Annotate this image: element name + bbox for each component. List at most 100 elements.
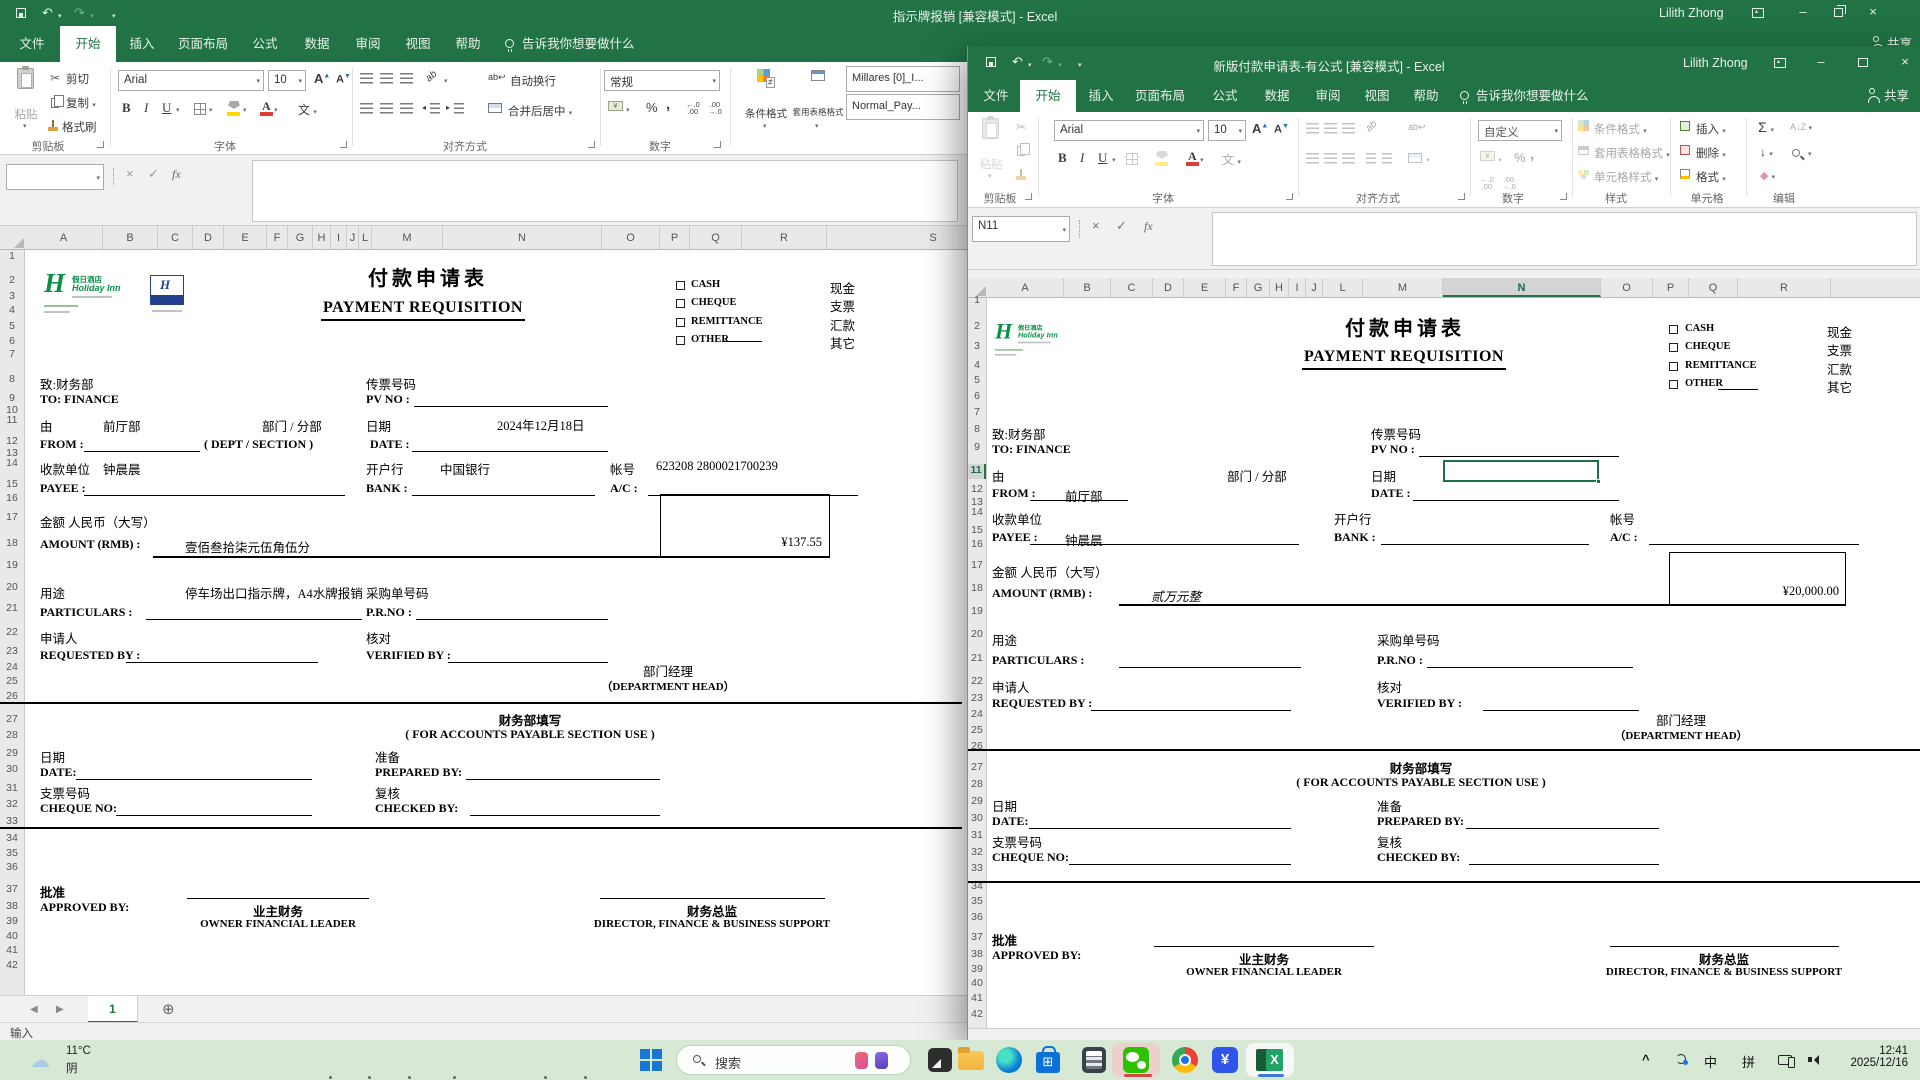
- column-header-A[interactable]: A: [987, 278, 1064, 297]
- orientation-icon[interactable]: ab: [424, 69, 440, 85]
- tab-view[interactable]: 视图: [396, 26, 440, 62]
- column-header-P[interactable]: P: [1653, 278, 1689, 297]
- increase-decimal-icon[interactable]: ←.0.00: [1480, 176, 1494, 191]
- row-header-41[interactable]: 41: [0, 944, 24, 959]
- tell-me-box[interactable]: 告诉我你想要做什么: [522, 26, 652, 62]
- comma-style-icon[interactable]: ,: [1530, 146, 1534, 163]
- align-left-icon[interactable]: [360, 103, 373, 114]
- bw-checkbox-0[interactable]: [676, 281, 685, 290]
- underline-button[interactable]: U: [162, 100, 171, 116]
- name-box[interactable]: ▾: [6, 164, 104, 190]
- chrome-icon[interactable]: [1172, 1047, 1198, 1073]
- align-center-icon[interactable]: [380, 103, 393, 114]
- file-explorer-icon[interactable]: [958, 1047, 984, 1070]
- tab-insert[interactable]: 插入: [120, 26, 164, 62]
- row-header-16[interactable]: 16: [968, 538, 986, 553]
- sync-tray-icon[interactable]: [1676, 1054, 1688, 1065]
- redo-dropdown-icon[interactable]: ▾: [90, 10, 94, 23]
- column-header-H[interactable]: H: [313, 226, 331, 249]
- align-center-icon[interactable]: [1324, 153, 1337, 164]
- number-format-select[interactable]: 自定义 ▾: [1478, 120, 1562, 141]
- cancel-icon[interactable]: ×: [126, 166, 134, 181]
- enter-check-icon[interactable]: ✓: [148, 166, 159, 182]
- tab-page-layout[interactable]: 页面布局: [168, 26, 238, 62]
- find-dropdown-icon[interactable]: ▾: [1808, 150, 1812, 158]
- accounting-dropdown-icon[interactable]: ▾: [1498, 156, 1502, 164]
- number-dialog-launcher[interactable]: [1560, 193, 1567, 200]
- calculator-icon[interactable]: [1082, 1047, 1106, 1073]
- row-header-22[interactable]: 22: [968, 675, 986, 690]
- font-size-select[interactable]: 10 ▾: [268, 70, 306, 91]
- fw-checkbox-1[interactable]: [1669, 343, 1678, 352]
- row-header-32[interactable]: 32: [968, 846, 986, 861]
- column-header-N[interactable]: N: [1443, 278, 1601, 297]
- fill-color-icon[interactable]: [1156, 151, 1168, 159]
- row-header-8[interactable]: 8: [0, 373, 24, 388]
- row-header-25[interactable]: 25: [968, 724, 986, 739]
- column-header-R[interactable]: R: [1738, 278, 1831, 297]
- row-header-31[interactable]: 31: [0, 782, 24, 797]
- percent-style-icon[interactable]: %: [646, 100, 658, 115]
- row-header-5[interactable]: 5: [968, 374, 986, 389]
- format-painter-button[interactable]: 格式刷: [48, 119, 97, 135]
- row-header-5[interactable]: 5: [0, 320, 24, 335]
- row-header-19[interactable]: 19: [0, 559, 24, 574]
- column-header-M[interactable]: M: [372, 226, 443, 249]
- tab-file[interactable]: 文件: [976, 80, 1016, 112]
- number-format-select[interactable]: 常规 ▾: [604, 70, 720, 91]
- column-header-G[interactable]: G: [288, 226, 313, 249]
- qat-customize-icon[interactable]: ▾: [1078, 59, 1082, 72]
- row-header-3[interactable]: 3: [968, 340, 986, 355]
- sort-filter-icon[interactable]: A↓Z ▾: [1790, 122, 1812, 132]
- tab-home[interactable]: 开始: [60, 26, 116, 62]
- insert-function-icon[interactable]: fx: [172, 167, 181, 182]
- add-sheet-icon[interactable]: ⊕: [162, 1000, 175, 1018]
- redo-dropdown-icon[interactable]: ▾: [1058, 59, 1062, 72]
- clipboard-dialog-launcher[interactable]: [1025, 193, 1032, 200]
- name-box[interactable]: N11 ▾: [972, 216, 1070, 242]
- column-header-J[interactable]: J: [347, 226, 359, 249]
- row-header-17[interactable]: 17: [968, 559, 986, 574]
- row-header-28[interactable]: 28: [968, 778, 986, 793]
- column-header-F[interactable]: F: [1226, 278, 1247, 297]
- active-cell-N11[interactable]: [1443, 460, 1599, 482]
- share-button[interactable]: 共享: [1884, 80, 1914, 112]
- column-header-C[interactable]: C: [1111, 278, 1153, 297]
- column-header-C[interactable]: C: [158, 226, 193, 249]
- borders-icon[interactable]: [1126, 153, 1138, 165]
- enter-check-icon[interactable]: ✓: [1116, 218, 1127, 234]
- percent-style-icon[interactable]: %: [1514, 150, 1526, 165]
- row-header-15[interactable]: 15: [968, 524, 986, 539]
- row-header-30[interactable]: 30: [968, 812, 986, 827]
- row-header-38[interactable]: 38: [968, 948, 986, 963]
- decrease-font-size-icon[interactable]: A▼: [336, 73, 351, 86]
- tab-file[interactable]: 文件: [8, 26, 56, 62]
- tab-help[interactable]: 帮助: [1404, 80, 1448, 112]
- decrease-font-size-icon[interactable]: A▼: [1274, 123, 1289, 136]
- column-header-A[interactable]: A: [25, 226, 103, 249]
- wrap-text-icon[interactable]: ab↩: [1408, 122, 1426, 133]
- row-header-11[interactable]: 11: [0, 414, 24, 429]
- row-header-36[interactable]: 36: [0, 861, 24, 876]
- row-header-27[interactable]: 27: [968, 761, 986, 776]
- accounting-format-icon[interactable]: ¥: [1480, 151, 1495, 161]
- decrease-decimal-icon[interactable]: .00 →.0: [1502, 176, 1516, 191]
- cut-icon[interactable]: ✂: [1016, 120, 1026, 134]
- restore-button[interactable]: [1834, 5, 1846, 17]
- row-header-35[interactable]: 35: [968, 895, 986, 910]
- row-header-16[interactable]: 16: [0, 492, 24, 507]
- column-header-O[interactable]: O: [1601, 278, 1653, 297]
- tab-home[interactable]: 开始: [1020, 80, 1076, 112]
- minimize-button[interactable]: –: [1810, 53, 1832, 71]
- column-header-D[interactable]: D: [1153, 278, 1184, 297]
- underline-button[interactable]: U: [1098, 150, 1107, 166]
- cell-styles-button[interactable]: 单元格样式 ▾: [1594, 169, 1658, 185]
- cut-button[interactable]: ✂ 剪切: [50, 71, 89, 87]
- accounting-dropdown-icon[interactable]: ▾: [626, 106, 630, 114]
- autosum-icon[interactable]: Σ ▾: [1758, 119, 1774, 135]
- delete-cells-button[interactable]: 删除 ▾: [1696, 145, 1726, 161]
- sheet-tab-1[interactable]: 1: [88, 996, 138, 1023]
- row-header-22[interactable]: 22: [0, 626, 24, 641]
- search-box[interactable]: 搜索: [676, 1045, 911, 1075]
- row-header-40[interactable]: 40: [968, 977, 986, 992]
